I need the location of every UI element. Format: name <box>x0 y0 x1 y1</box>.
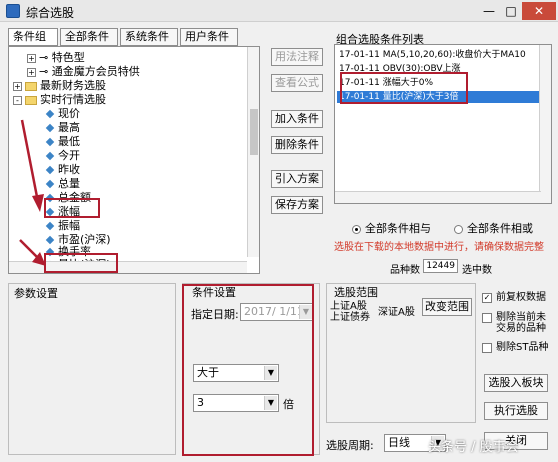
execute-selection-button[interactable]: 执行选股 <box>484 402 548 420</box>
annotation-box <box>182 284 314 456</box>
tree-item[interactable]: 现价 <box>45 107 80 121</box>
usage-notes-button[interactable]: 用法注释 <box>271 48 323 66</box>
tree-item-label: 振幅 <box>58 219 80 232</box>
tree-item-label: 最低 <box>58 135 80 148</box>
param-settings-panel <box>8 283 176 455</box>
close-window-button[interactable]: ✕ <box>522 2 556 20</box>
tab-condition-group[interactable]: 条件组 <box>8 28 58 46</box>
tree-item[interactable]: + ⊸ 通金魔方会员特供 <box>27 65 140 79</box>
window-title: 综合选股 <box>26 6 75 20</box>
range-sz-a: 深证A股 <box>378 307 415 318</box>
title-bar: 综合选股 — □ ✕ <box>0 0 558 22</box>
selection-range-title: 选股范围 <box>334 284 378 300</box>
selected-count-label: 选中数 <box>462 265 492 276</box>
period-label: 选股周期: <box>326 439 374 452</box>
tree-item-label: 实时行情选股 <box>40 93 106 106</box>
folder-icon <box>25 81 37 91</box>
tree-item-label: 通金魔方会员特供 <box>51 65 140 78</box>
annotation-box <box>44 198 100 218</box>
select-to-board-button[interactable]: 选股入板块 <box>484 374 548 392</box>
annotation-arrows <box>19 119 46 266</box>
tree-item[interactable]: 今开 <box>45 149 80 163</box>
watermark: 头条号 / 股事会 <box>428 440 519 455</box>
tab-user-conditions[interactable]: 用户条件 <box>180 28 238 46</box>
option-label: 剔除当前未交易的品种 <box>496 312 546 334</box>
tree-item[interactable]: + ⊸ 特色型 <box>27 51 85 65</box>
tree-item-label: 总量 <box>58 177 80 190</box>
app-icon <box>6 4 20 18</box>
expand-icon[interactable]: + <box>13 81 22 91</box>
tree-item-label: 昨收 <box>58 163 80 176</box>
add-condition-button[interactable]: 加入条件 <box>271 110 323 128</box>
tree-item-label: 最高 <box>58 121 80 134</box>
link-icon: ⊸ <box>39 65 52 78</box>
delete-condition-button[interactable]: 删除条件 <box>271 136 323 154</box>
tree-item-label: 最新财务选股 <box>40 79 106 92</box>
tree-item-label: 现价 <box>58 107 80 120</box>
minimize-button[interactable]: — <box>478 2 500 20</box>
checkbox-icon[interactable] <box>482 313 492 323</box>
tree-item-label: 今开 <box>58 149 80 162</box>
link-icon: ⊸ <box>39 51 52 64</box>
tab-all-conditions[interactable]: 全部条件 <box>60 28 118 46</box>
param-settings-title: 参数设置 <box>14 285 58 301</box>
radio-all-or[interactable]: 全部条件相或 <box>454 220 533 236</box>
save-plan-button[interactable]: 保存方案 <box>271 196 323 214</box>
arrow-head <box>32 194 44 212</box>
local-data-warning: 选股在下载的本地数据中进行，请确保数据完整 <box>334 242 544 253</box>
stock-count-value: 12449 <box>423 259 458 273</box>
tree-item[interactable]: 最低 <box>45 135 80 149</box>
arrow-line <box>20 119 40 203</box>
checkbox-checked-icon[interactable]: ✓ <box>482 293 492 303</box>
tree-vertical-scrollbar[interactable] <box>247 47 259 257</box>
tree-item[interactable]: 最高 <box>45 121 80 135</box>
scrollbar-thumb[interactable] <box>250 109 258 155</box>
range-sh-bond: 上证债券 <box>330 312 370 323</box>
tree-item[interactable]: 振幅 <box>45 219 80 233</box>
annotation-box <box>340 72 468 104</box>
tab-system-conditions[interactable]: 系统条件 <box>120 28 178 46</box>
range-sh-a: 上证A股 <box>330 301 367 312</box>
import-plan-button[interactable]: 引入方案 <box>271 170 323 188</box>
period-value: 日线 <box>388 436 410 449</box>
stock-count-label: 品种数 <box>390 265 420 276</box>
tree-item[interactable]: 总量 <box>45 177 80 191</box>
annotation-box <box>44 253 118 273</box>
stock-screener-window: 综合选股 — □ ✕ 条件组 全部条件 系统条件 用户条件 + ⊸ 特色型 + ⊸ … <box>0 0 558 462</box>
radio-icon <box>454 224 463 234</box>
expand-icon[interactable]: + <box>27 67 36 77</box>
tree-item-label: 特色型 <box>51 51 85 64</box>
list-horizontal-scrollbar[interactable] <box>335 191 541 203</box>
folder-open-icon <box>25 95 37 105</box>
option-label: 前复权数据 <box>496 292 546 303</box>
maximize-button[interactable]: □ <box>500 2 522 20</box>
list-vertical-scrollbar[interactable] <box>539 45 551 203</box>
checkbox-icon[interactable] <box>482 343 492 353</box>
view-formula-button[interactable]: 查看公式 <box>271 74 323 92</box>
condition-list[interactable]: 17-01-11 MA(5,10,20,60):收盘价大于MA10 17-01-… <box>334 44 552 204</box>
change-range-button[interactable]: 改变范围 <box>422 298 472 316</box>
option-label: 剔除ST品种 <box>496 342 549 353</box>
radio-all-and[interactable]: 全部条件相与 <box>352 220 431 236</box>
tree-item[interactable]: + 最新财务选股 <box>13 79 106 93</box>
tree-item[interactable]: - 实时行情选股 <box>13 93 106 107</box>
radio-label: 全部条件相与 <box>365 222 431 235</box>
expand-icon[interactable]: + <box>27 53 36 63</box>
collapse-icon[interactable]: - <box>13 95 22 105</box>
radio-label: 全部条件相或 <box>467 222 533 235</box>
condition-list-item[interactable]: 17-01-11 MA(5,10,20,60):收盘价大于MA10 <box>339 49 526 61</box>
tree-item[interactable]: 昨收 <box>45 163 80 177</box>
radio-selected-icon <box>352 224 361 234</box>
